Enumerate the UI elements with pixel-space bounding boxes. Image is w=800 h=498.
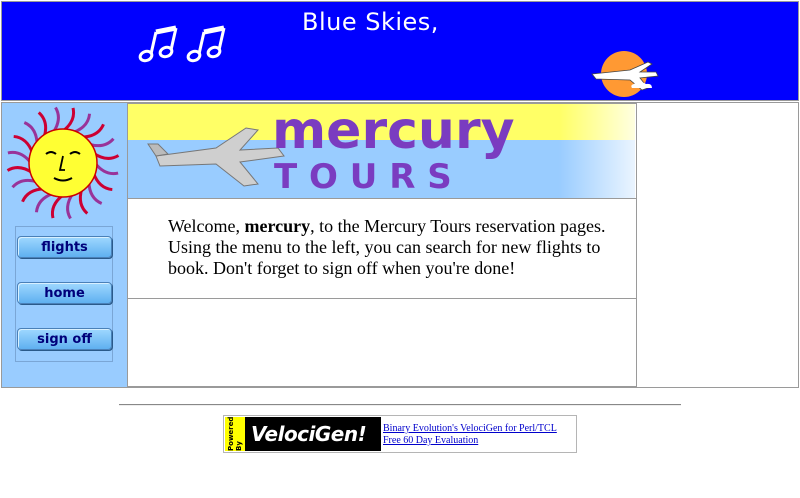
sign-off-button[interactable]: sign off xyxy=(17,328,112,350)
divider xyxy=(119,404,681,406)
sun-ray xyxy=(62,107,76,133)
sun-ray xyxy=(72,113,92,134)
sun-ray xyxy=(78,188,89,215)
sun-ray xyxy=(37,111,48,138)
mercury-tours-logo: mercury T O U R S xyxy=(128,104,635,199)
home-button[interactable]: home xyxy=(17,282,112,304)
welcome-username: mercury xyxy=(244,216,311,236)
sun-ray xyxy=(34,192,54,213)
welcome-message: Welcome, mercury, to the Mercury Tours r… xyxy=(168,216,608,279)
flights-button[interactable]: flights xyxy=(17,236,112,258)
velocigen-link[interactable]: Binary Evolution's VelociGen for Perl/TC… xyxy=(383,423,557,434)
logo-mercury-text: mercury xyxy=(272,104,514,161)
welcome-prefix: Welcome, xyxy=(168,216,245,236)
sun-ray xyxy=(13,134,34,154)
sun-ray xyxy=(50,193,64,219)
logo-tours-text: T O U R S xyxy=(274,157,452,197)
powered-by-label: Powered By xyxy=(225,416,245,452)
sun-ray xyxy=(11,178,38,189)
right-column xyxy=(637,103,799,387)
sun-face-icon xyxy=(6,106,120,220)
banner-title: Blue Skies, xyxy=(302,8,439,36)
velocigen-logo-text: VelociGen! xyxy=(251,422,367,446)
sun-plane-icon xyxy=(591,51,659,97)
top-banner: Blue Skies, xyxy=(1,1,799,101)
sun-ray xyxy=(7,150,33,164)
sun-ray xyxy=(92,172,113,192)
velocigen-logo[interactable]: Powered By VelociGen! xyxy=(225,417,381,451)
sun-ray xyxy=(93,162,119,176)
free-evaluation-link[interactable]: Free 60 Day Evaluation xyxy=(383,435,478,446)
sun-ray xyxy=(88,137,115,148)
music-notes-icon xyxy=(138,25,226,63)
